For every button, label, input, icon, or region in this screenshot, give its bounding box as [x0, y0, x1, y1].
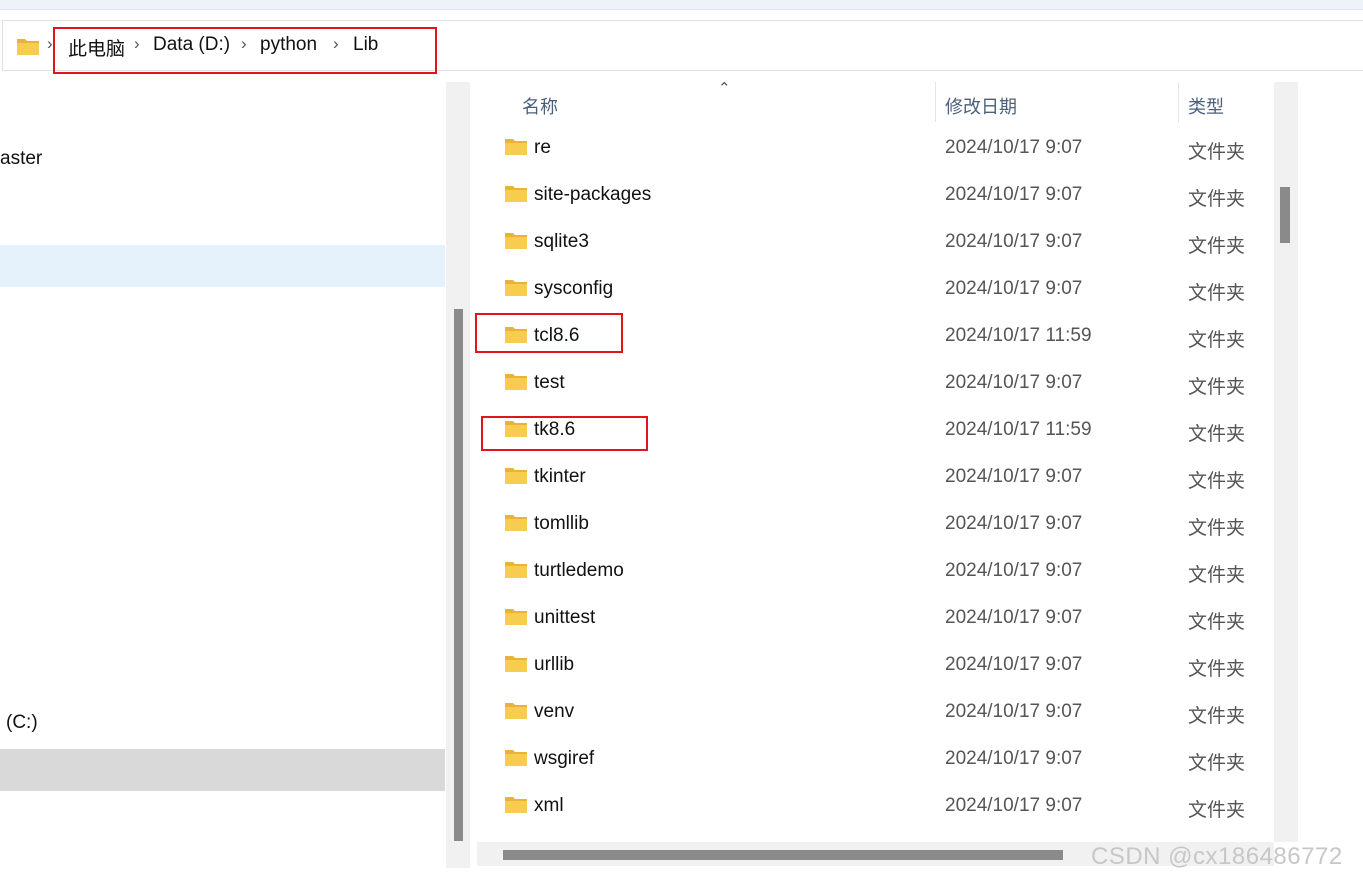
file-name[interactable]: test: [534, 372, 565, 394]
file-date: 2024/10/17 11:59: [945, 419, 1092, 440]
file-name[interactable]: re: [534, 137, 551, 159]
file-name[interactable]: unittest: [534, 607, 595, 629]
nav-item-partial[interactable]: aster: [0, 148, 42, 170]
folder-icon: [504, 230, 528, 255]
folder-icon: [504, 277, 528, 302]
file-type: 文件夹: [1188, 706, 1246, 727]
file-name[interactable]: wsgiref: [534, 748, 594, 770]
column-header-date[interactable]: 修改日期: [945, 93, 1017, 119]
highlight-box-tcl: [475, 313, 623, 353]
file-type: 文件夹: [1188, 471, 1246, 492]
file-type: 文件夹: [1188, 565, 1246, 586]
folder-icon: [504, 512, 528, 537]
file-row[interactable]: test 2024/10/17 9:07 文件夹: [472, 361, 1272, 408]
nav-pane-scrollbar[interactable]: [446, 82, 470, 868]
file-name[interactable]: urllib: [534, 654, 574, 676]
file-type: 文件夹: [1188, 283, 1246, 304]
folder-icon: [504, 465, 528, 490]
folder-icon: [504, 794, 528, 819]
folder-icon: [504, 183, 528, 208]
file-name[interactable]: turtledemo: [534, 560, 624, 582]
scrollbar-thumb[interactable]: [1280, 187, 1290, 243]
file-row[interactable]: re 2024/10/17 9:07 文件夹: [472, 126, 1272, 173]
file-name[interactable]: venv: [534, 701, 574, 723]
highlight-box-breadcrumb: [53, 27, 437, 74]
file-type: 文件夹: [1188, 518, 1246, 539]
folder-icon: [504, 136, 528, 161]
highlight-box-tk: [481, 416, 648, 451]
file-list: ⌃ 名称 修改日期 类型 re 2024/10/17 9:07 文件夹 site-pa…: [472, 80, 1272, 842]
file-name[interactable]: sqlite3: [534, 231, 589, 253]
folder-icon: [16, 36, 40, 61]
file-type: 文件夹: [1188, 424, 1246, 445]
file-type: 文件夹: [1188, 659, 1246, 680]
file-type: 文件夹: [1188, 236, 1246, 257]
column-header-name[interactable]: 名称: [522, 93, 558, 119]
window-top-strip: [0, 0, 1363, 10]
column-divider[interactable]: [1178, 82, 1179, 122]
sort-up-icon: ⌃: [718, 80, 731, 97]
file-type: 文件夹: [1188, 377, 1246, 398]
folder-icon: [504, 606, 528, 631]
file-date: 2024/10/17 9:07: [945, 137, 1083, 158]
file-date: 2024/10/17 9:07: [945, 184, 1083, 205]
file-date: 2024/10/17 9:07: [945, 278, 1083, 299]
column-header-type[interactable]: 类型: [1188, 93, 1224, 119]
file-row[interactable]: xml 2024/10/17 9:07 文件夹: [472, 784, 1272, 831]
file-date: 2024/10/17 11:59: [945, 325, 1092, 346]
file-date: 2024/10/17 9:07: [945, 607, 1083, 628]
file-list-scrollbar[interactable]: [1274, 82, 1298, 842]
chevron-right-icon[interactable]: ›: [47, 34, 53, 54]
file-name[interactable]: xml: [534, 795, 564, 817]
file-row[interactable]: turtledemo 2024/10/17 9:07 文件夹: [472, 549, 1272, 596]
file-date: 2024/10/17 9:07: [945, 701, 1083, 722]
folder-icon: [504, 747, 528, 772]
file-row[interactable]: tkinter 2024/10/17 9:07 文件夹: [472, 455, 1272, 502]
file-name[interactable]: site-packages: [534, 184, 651, 206]
file-type: 文件夹: [1188, 612, 1246, 633]
file-row[interactable]: unittest 2024/10/17 9:07 文件夹: [472, 596, 1272, 643]
file-type: 文件夹: [1188, 330, 1246, 351]
scrollbar-thumb[interactable]: [503, 850, 1063, 860]
file-type: 文件夹: [1188, 753, 1246, 774]
file-row[interactable]: venv 2024/10/17 9:07 文件夹: [472, 690, 1272, 737]
file-date: 2024/10/17 9:07: [945, 748, 1083, 769]
file-row[interactable]: tomllib 2024/10/17 9:07 文件夹: [472, 502, 1272, 549]
file-row[interactable]: sysconfig 2024/10/17 9:07 文件夹: [472, 267, 1272, 314]
folder-icon: [504, 653, 528, 678]
file-row[interactable]: sqlite3 2024/10/17 9:07 文件夹: [472, 220, 1272, 267]
file-row[interactable]: site-packages 2024/10/17 9:07 文件夹: [472, 173, 1272, 220]
scrollbar-thumb[interactable]: [454, 309, 463, 841]
file-name[interactable]: sysconfig: [534, 278, 613, 300]
file-name[interactable]: tkinter: [534, 466, 586, 488]
file-type: 文件夹: [1188, 142, 1246, 163]
file-type: 文件夹: [1188, 800, 1246, 821]
folder-icon: [504, 700, 528, 725]
nav-item-drive-c[interactable]: (C:): [6, 712, 38, 734]
file-name[interactable]: tomllib: [534, 513, 589, 535]
file-date: 2024/10/17 9:07: [945, 560, 1083, 581]
folder-icon: [504, 371, 528, 396]
file-date: 2024/10/17 9:07: [945, 654, 1083, 675]
navigation-pane: aster (C:): [0, 82, 445, 880]
watermark: CSDN @cx186486772: [1091, 843, 1343, 870]
column-divider[interactable]: [935, 82, 936, 122]
file-date: 2024/10/17 9:07: [945, 372, 1083, 393]
folder-icon: [504, 559, 528, 584]
file-row[interactable]: wsgiref 2024/10/17 9:07 文件夹: [472, 737, 1272, 784]
file-date: 2024/10/17 9:07: [945, 513, 1083, 534]
nav-item-hovered[interactable]: [0, 245, 445, 287]
file-type: 文件夹: [1188, 189, 1246, 210]
file-date: 2024/10/17 9:07: [945, 795, 1083, 816]
nav-item-selected[interactable]: [0, 749, 445, 791]
file-row[interactable]: urllib 2024/10/17 9:07 文件夹: [472, 643, 1272, 690]
file-date: 2024/10/17 9:07: [945, 231, 1083, 252]
file-date: 2024/10/17 9:07: [945, 466, 1083, 487]
